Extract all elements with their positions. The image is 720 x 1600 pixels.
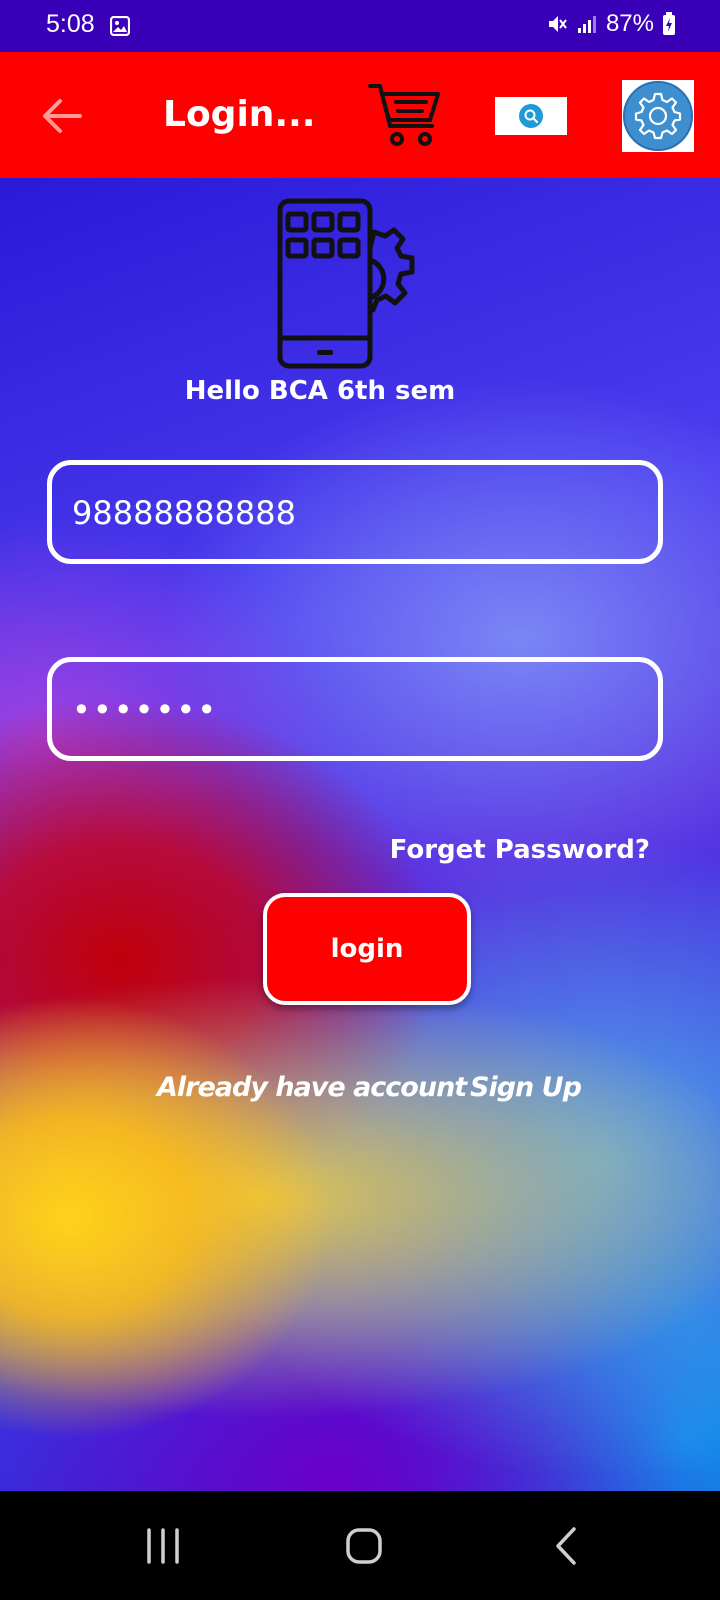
settings-gear-icon (623, 81, 693, 151)
battery-percent: 87% (605, 10, 654, 37)
back-arrow-icon[interactable] (40, 96, 84, 136)
greeting-text: Hello BCA 6th sem (184, 376, 456, 406)
back-icon[interactable] (552, 1526, 580, 1566)
password-input[interactable] (70, 662, 634, 758)
signal-icon (577, 16, 596, 33)
status-bar: 5:08 87% (0, 0, 720, 52)
mute-icon (548, 16, 567, 32)
forget-password-link[interactable]: Forget Password? (390, 835, 650, 865)
search-button[interactable] (495, 97, 567, 135)
settings-button[interactable] (622, 80, 694, 152)
already-have-account-text: Already have account (157, 1072, 467, 1103)
page-title: Login... (163, 94, 316, 135)
login-button[interactable]: login (263, 893, 471, 1005)
search-icon (519, 104, 543, 128)
phone-input[interactable] (70, 465, 634, 561)
phone-field[interactable] (47, 460, 663, 564)
greeting-row: Hello BCA 6th sem (0, 376, 720, 406)
sign-up-link[interactable]: Sign Up (470, 1072, 582, 1103)
status-time: 5:08 (46, 10, 95, 38)
system-navigation-bar (0, 1491, 720, 1600)
cart-icon[interactable] (368, 82, 442, 150)
gallery-icon (110, 16, 130, 36)
password-field[interactable] (47, 657, 663, 761)
recents-icon[interactable] (143, 1528, 183, 1564)
home-icon[interactable] (344, 1526, 384, 1566)
app-bar (0, 52, 720, 178)
phone-settings-icon (277, 198, 415, 369)
status-right: 87% (546, 10, 676, 38)
battery-charging-icon (663, 12, 675, 35)
